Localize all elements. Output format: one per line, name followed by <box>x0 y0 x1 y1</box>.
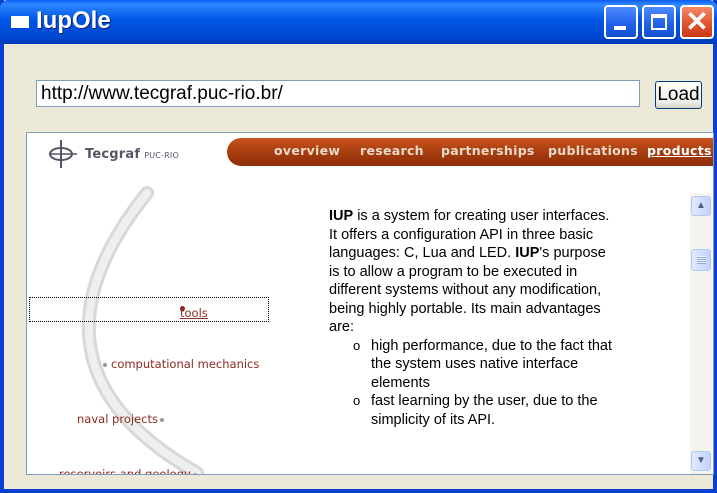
load-button[interactable]: Load <box>655 81 702 109</box>
site-nav-bar: Tecgraf PUC-RIO overview research partner… <box>27 133 713 173</box>
chevron-up-icon: ▲ <box>696 200 706 211</box>
maximize-icon <box>651 14 667 30</box>
url-input[interactable] <box>36 80 640 107</box>
chevron-down-icon: ▼ <box>696 455 706 466</box>
nav-publications[interactable]: publications <box>548 143 638 158</box>
close-icon: ✕ <box>685 6 709 37</box>
menu-item-reservoirs-geology[interactable]: reservoirs and geology <box>59 467 197 475</box>
minimize-icon <box>614 26 626 30</box>
left-menu: tools computational mechanics naval proj… <box>27 173 317 475</box>
menu-item-computational-mechanics[interactable]: computational mechanics <box>103 357 259 371</box>
title-bar[interactable]: IupOle ✕ <box>0 0 717 44</box>
maximize-button[interactable] <box>642 5 676 39</box>
application-window: IupOle ✕ Load TecgrafPUC-RIO <box>0 0 717 493</box>
page-content: IUP is a system for creating user interf… <box>329 207 619 429</box>
bullet-icon <box>192 472 197 474</box>
logo-mark-icon <box>49 140 77 168</box>
close-button[interactable]: ✕ <box>680 5 714 39</box>
menu-item-label: reservoirs and geology <box>59 467 191 475</box>
logo-name: Tecgraf <box>85 147 141 162</box>
scroll-up-button[interactable]: ▲ <box>691 196 711 216</box>
list-item: high performance, due to the fact that t… <box>353 337 619 393</box>
decorative-curve <box>81 186 204 474</box>
nav-products[interactable]: products <box>647 143 712 158</box>
scroll-thumb[interactable] <box>691 249 711 271</box>
menu-item-label: computational mechanics <box>111 357 260 371</box>
menu-item-label: naval projects <box>77 412 158 426</box>
logo-text: Tecgraf PUC-RIO <box>85 147 179 162</box>
bullet-icon <box>159 417 164 422</box>
iup-name: IUP <box>329 208 354 224</box>
window-icon <box>11 16 29 28</box>
list-item: fast learning by the user, due to the si… <box>353 392 619 429</box>
menu-item-tools-label: tools <box>180 306 208 320</box>
bullet-icon <box>103 362 107 367</box>
menu-item-tools[interactable]: tools <box>29 297 269 322</box>
iup-name: IUP <box>515 245 540 261</box>
menu-item-naval-projects[interactable]: naval projects <box>77 412 164 426</box>
nav-overview[interactable]: overview <box>274 143 340 158</box>
minimize-button[interactable] <box>604 5 638 39</box>
logo-subtitle: PUC-RIO <box>144 151 179 160</box>
advantages-list: high performance, due to the fact that t… <box>329 337 619 430</box>
grip-icon <box>697 256 706 264</box>
nav-partnerships[interactable]: partnerships <box>441 143 535 158</box>
window-title: IupOle <box>36 7 111 34</box>
intro-paragraph: IUP is a system for creating user interf… <box>329 207 619 337</box>
vertical-scrollbar[interactable]: ▲ ▼ <box>690 193 712 474</box>
scroll-down-button[interactable]: ▼ <box>691 451 711 471</box>
web-browser-view[interactable]: Tecgraf PUC-RIO overview research partner… <box>26 132 714 475</box>
nav-research[interactable]: research <box>360 143 424 158</box>
